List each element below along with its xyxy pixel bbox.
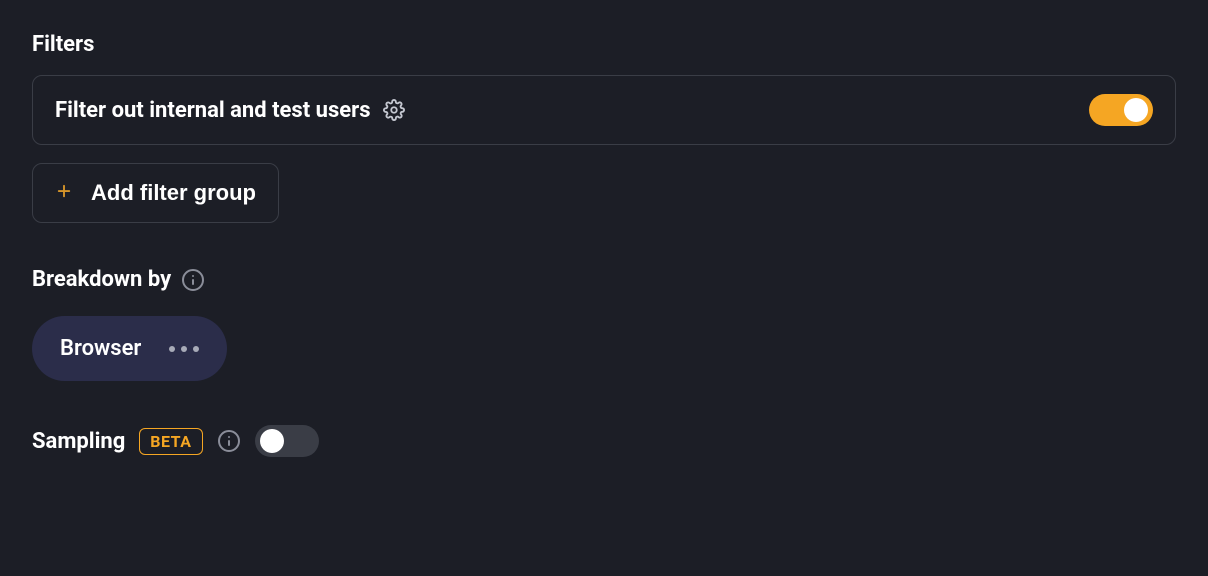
info-icon[interactable] — [217, 429, 241, 453]
gear-icon[interactable] — [383, 99, 405, 121]
filter-internal-users-text: Filter out internal and test users — [55, 98, 371, 123]
filters-title-text: Filters — [32, 32, 94, 57]
sampling-toggle[interactable] — [255, 425, 319, 457]
breakdown-chip-label: Browser — [60, 336, 141, 361]
filter-internal-users-row: Filter out internal and test users — [32, 75, 1176, 145]
plus-icon — [55, 180, 73, 206]
filters-title: Filters — [32, 32, 1176, 57]
filter-internal-users-label: Filter out internal and test users — [55, 98, 405, 123]
breakdown-title-text: Breakdown by — [32, 267, 171, 292]
breakdown-chip-browser[interactable]: Browser — [32, 316, 227, 381]
add-filter-group-button[interactable]: Add filter group — [32, 163, 279, 223]
info-icon[interactable] — [181, 268, 205, 292]
sampling-title: Sampling — [32, 429, 125, 454]
filter-internal-users-toggle[interactable] — [1089, 94, 1153, 126]
breakdown-title: Breakdown by — [32, 267, 1176, 292]
more-options-icon[interactable] — [169, 346, 199, 352]
add-filter-group-label: Add filter group — [91, 180, 256, 206]
beta-badge: BETA — [139, 428, 202, 455]
